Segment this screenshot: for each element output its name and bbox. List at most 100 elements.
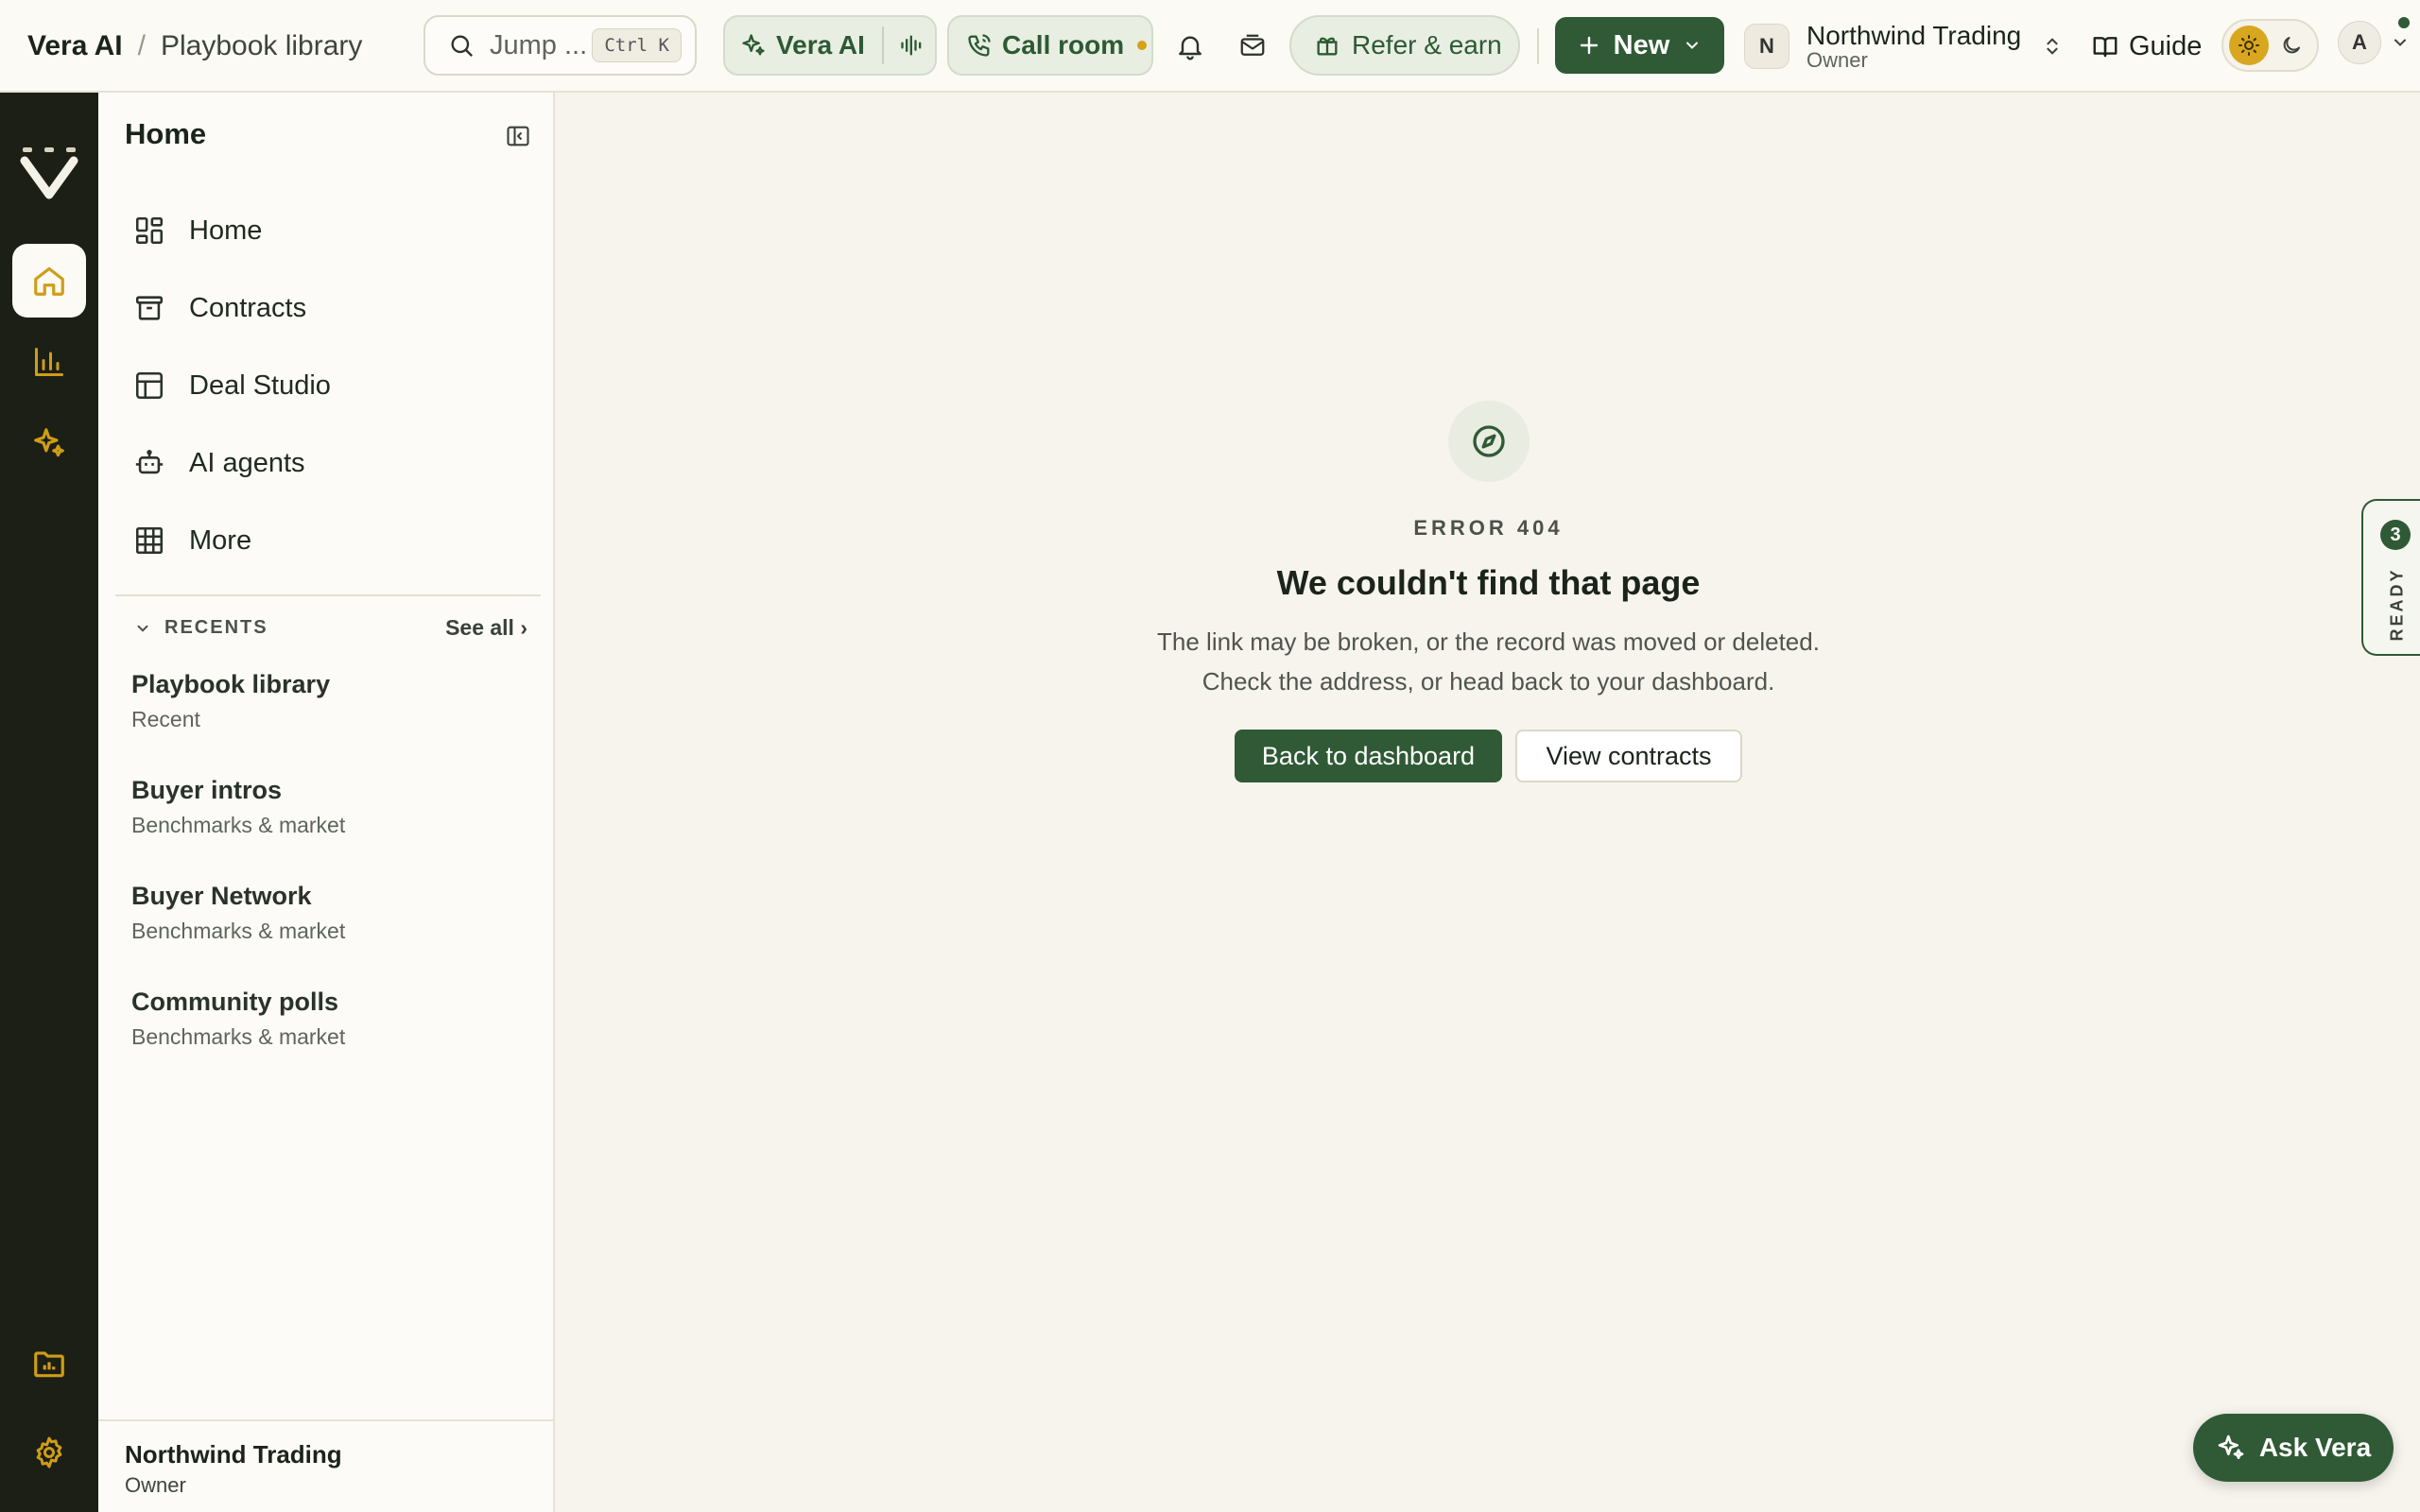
footer-workspace-name: Northwind Trading — [125, 1440, 342, 1469]
sidebar: Home Home Contracts Deal Studio AI agent… — [98, 93, 555, 1512]
sidebar-item-deal-studio[interactable]: Deal Studio — [132, 347, 529, 424]
workspace-role: Owner — [1806, 48, 1868, 73]
sidebar-item-label: Deal Studio — [189, 369, 331, 401]
error-title: We couldn't find that page — [1276, 563, 1701, 602]
divider — [881, 26, 884, 64]
divider — [115, 594, 541, 596]
see-all-link[interactable]: See all › — [445, 615, 527, 641]
recents-header: RECENTS See all › — [134, 615, 527, 641]
voice-waveform-icon[interactable] — [899, 32, 925, 59]
list-item[interactable]: Buyer intros Benchmarks & market — [131, 775, 528, 881]
guide-label: Guide — [2129, 30, 2203, 61]
error-404-panel: ERROR 404 We couldn't find that page The… — [557, 401, 2420, 782]
chevron-down-icon — [134, 620, 151, 637]
main-content: ERROR 404 We couldn't find that page The… — [557, 93, 2420, 1512]
home-icon — [31, 263, 67, 299]
rail-settings-button[interactable] — [12, 1416, 86, 1489]
rail-reports-folder-button[interactable] — [12, 1327, 86, 1400]
chevron-down-icon — [1683, 36, 1702, 55]
sidebar-nav: Home Contracts Deal Studio AI agents Mor… — [132, 192, 529, 579]
recent-title: Buyer intros — [131, 776, 283, 804]
refer-label: Refer & earn — [1352, 30, 1502, 60]
call-room-label: Call room — [1002, 30, 1125, 60]
avatar: A — [2338, 21, 2381, 64]
sidebar-heading: Home — [125, 117, 207, 150]
live-status-dot — [1137, 41, 1148, 50]
new-label: New — [1613, 29, 1670, 60]
rail-home-button[interactable] — [12, 244, 86, 318]
compass-icon — [1447, 401, 1530, 482]
vera-logo-icon[interactable] — [19, 144, 79, 200]
app-rail — [0, 93, 98, 1512]
ask-vera-label: Ask Vera — [2258, 1433, 2372, 1462]
ready-label: READY — [2387, 567, 2407, 642]
sun-icon[interactable] — [2229, 26, 2269, 65]
recent-subtitle: Benchmarks & market — [131, 919, 346, 944]
call-room-button[interactable]: Call room — [947, 15, 1153, 76]
list-item[interactable]: Buyer Network Benchmarks & market — [131, 881, 528, 987]
breadcrumb-separator: / — [137, 30, 146, 61]
chevron-down-icon — [2391, 33, 2410, 52]
folder-chart-icon — [31, 1346, 67, 1382]
collapse-sidebar-icon[interactable] — [505, 123, 531, 149]
book-open-icon — [2091, 32, 2119, 60]
top-bar: Vera AI / Playbook library Jump ... Ctrl… — [0, 0, 2420, 93]
footer-workspace-role: Owner — [125, 1473, 186, 1497]
error-description-line: Check the address, or head back to your … — [1201, 667, 1775, 696]
error-description-line: The link may be broken, or the record wa… — [1157, 627, 1820, 656]
search-input[interactable]: Jump ... Ctrl K — [424, 15, 697, 76]
breadcrumb: Vera AI / Playbook library — [27, 0, 362, 93]
rail-analytics-button[interactable] — [12, 325, 86, 399]
new-button[interactable]: New — [1555, 17, 1724, 74]
inbox-mail-icon[interactable] — [1231, 25, 1274, 68]
workspace-avatar: N — [1744, 24, 1789, 69]
sidebar-item-label: AI agents — [189, 447, 305, 478]
ask-vera-button[interactable]: Ask Vera — [2193, 1414, 2394, 1482]
ready-side-tab[interactable]: 3 READY — [2361, 499, 2420, 656]
sidebar-item-label: More — [189, 524, 252, 556]
refer-and-earn-button[interactable]: Refer & earn — [1289, 15, 1520, 76]
ready-count-badge: 3 — [2380, 520, 2411, 550]
rail-ai-button[interactable] — [12, 406, 86, 480]
sparkles-icon — [740, 32, 767, 59]
sidebar-item-label: Home — [189, 215, 263, 246]
workspace-switcher[interactable]: N Northwind Trading Owner — [1744, 17, 2063, 76]
workspace-name: Northwind Trading — [1806, 20, 2022, 50]
chevron-up-down-icon — [2042, 36, 2063, 57]
robot-icon — [132, 446, 166, 480]
sparkles-icon — [2216, 1433, 2246, 1463]
online-status-dot — [2398, 17, 2410, 28]
search-shortcut: Ctrl K — [592, 28, 682, 62]
user-menu[interactable]: A — [2338, 17, 2410, 64]
list-item[interactable]: Playbook library Recent — [131, 669, 528, 775]
sidebar-item-more[interactable]: More — [132, 502, 529, 579]
moon-icon[interactable] — [2280, 34, 2303, 57]
search-placeholder: Jump ... — [490, 29, 588, 60]
gift-icon — [1314, 32, 1340, 59]
list-item[interactable]: Community polls Benchmarks & market — [131, 987, 528, 1092]
sparkles-icon — [31, 425, 67, 461]
sidebar-item-ai-agents[interactable]: AI agents — [132, 424, 529, 502]
search-icon — [448, 32, 475, 59]
breadcrumb-app[interactable]: Vera AI — [27, 30, 123, 62]
notifications-bell-icon[interactable] — [1168, 25, 1212, 68]
recent-subtitle: Recent — [131, 707, 200, 732]
view-contracts-button[interactable]: View contracts — [1515, 730, 1742, 782]
sidebar-footer-workspace[interactable]: Northwind Trading Owner — [98, 1419, 553, 1512]
recent-subtitle: Benchmarks & market — [131, 1024, 346, 1050]
recents-toggle[interactable]: RECENTS — [134, 617, 268, 639]
archive-box-icon — [132, 291, 166, 325]
error-actions: Back to dashboard View contracts — [557, 730, 2420, 782]
error-description: The link may be broken, or the record wa… — [557, 622, 2420, 701]
phone-call-icon — [966, 32, 993, 59]
back-to-dashboard-button[interactable]: Back to dashboard — [1235, 730, 1502, 782]
guide-link[interactable]: Guide — [2091, 0, 2202, 93]
recents-list: Playbook library Recent Buyer intros Ben… — [131, 669, 528, 1092]
recent-title: Playbook library — [131, 670, 331, 698]
vera-ai-button[interactable]: Vera AI — [723, 15, 937, 76]
recent-title: Buyer Network — [131, 882, 312, 910]
sidebar-item-home[interactable]: Home — [132, 192, 529, 269]
divider — [1537, 28, 1539, 64]
sidebar-item-contracts[interactable]: Contracts — [132, 269, 529, 347]
theme-toggle[interactable] — [2221, 19, 2319, 72]
